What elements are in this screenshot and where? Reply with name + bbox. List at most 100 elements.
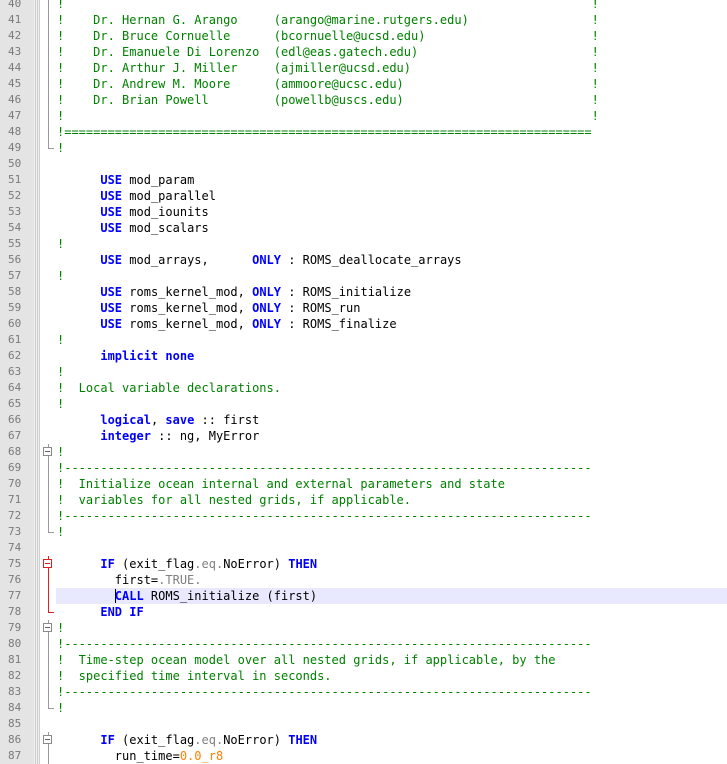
line-number: 81 [0,652,34,668]
code-token: USE [100,285,123,299]
code-text: USE mod_parallel [57,188,216,204]
code-line[interactable]: 44 ! Dr. Arthur J. Miller (ajmiller@ucsd.… [0,60,727,76]
code-line[interactable]: 48 !=====================================… [0,124,727,140]
code-token: .eq. [194,733,224,747]
code-line[interactable]: 65! [0,396,727,412]
code-token: IF [100,733,115,747]
code-line[interactable]: 57! [0,268,727,284]
code-token: IF [100,557,115,571]
code-line[interactable]: 78 END IF [0,604,727,620]
code-line[interactable]: 72 !-------------------------------------… [0,508,727,524]
code-line[interactable]: 49! [0,140,727,156]
code-token: 0.0_r8 [179,749,224,763]
line-number: 53 [0,204,34,220]
fold-line [48,140,49,148]
code-token: : ROMS_initialize [281,285,412,299]
fold-line [48,12,49,28]
code-line[interactable]: 87 run_time=0.0_r8 [0,748,727,764]
code-line[interactable]: 40 ! ! [0,0,727,12]
code-line[interactable]: 86 IF (exit_flag.eq.NoError) THEN [0,732,727,748]
code-token: THEN [288,557,318,571]
fold-margin [40,156,56,172]
current-line[interactable]: 77 CALL ROMS_initialize (first) [0,588,727,604]
code-line[interactable]: 62 implicit none [0,348,727,364]
fold-end-mark [48,148,54,149]
fold-toggle-icon[interactable] [43,447,52,456]
code-text: USE roms_kernel_mod, ONLY : ROMS_finaliz… [57,316,396,332]
fold-margin [40,220,56,236]
fold-toggle-icon[interactable] [43,623,52,632]
code-line[interactable]: 59 USE roms_kernel_mod, ONLY : ROMS_run [0,300,727,316]
code-line[interactable]: 43 ! Dr. Emanuele Di Lorenzo (edl@eas.gat… [0,44,727,60]
fold-margin [40,668,56,684]
fold-toggle-icon[interactable] [43,735,52,744]
code-line[interactable]: 56 USE mod_arrays, ONLY : ROMS_deallocat… [0,252,727,268]
code-line[interactable]: 70 ! Initialize ocean internal and extern… [0,476,727,492]
code-token: ! [57,525,65,539]
code-line[interactable]: 54 USE mod_scalars [0,220,727,236]
fold-margin [40,44,56,60]
fold-line [48,76,49,92]
code-line[interactable]: 68! [0,444,727,460]
fold-margin [40,348,56,364]
fold-line [48,0,49,12]
code-token: ! ! [57,109,599,123]
code-line[interactable]: 45 ! Dr. Andrew M. Moore (ammoore@ucsc.ed… [0,76,727,92]
fold-margin[interactable] [40,732,56,748]
code-line[interactable]: 55! [0,236,727,252]
code-line[interactable]: 74 [0,540,727,556]
code-line[interactable]: 47 ! ! [0,108,727,124]
code-line[interactable]: 53 USE mod_iounits [0,204,727,220]
code-line[interactable]: 66 logical, save :: first [0,412,727,428]
code-line[interactable]: 42 ! Dr. Bruce Cornuelle (bcornuelle@ucsd… [0,28,727,44]
code-token: ! [57,237,65,251]
code-line[interactable]: 82 ! specified time interval in seconds. [0,668,727,684]
fold-toggle-icon[interactable] [43,559,52,568]
fold-margin [40,316,56,332]
code-line[interactable]: 46 ! Dr. Brian Powell (powellb@uscs.edu) … [0,92,727,108]
code-line[interactable]: 76 first=.TRUE. [0,572,727,588]
fold-margin[interactable] [40,444,56,460]
code-line[interactable]: 73! [0,524,727,540]
code-line[interactable]: 85 [0,716,727,732]
code-token: USE [100,317,123,331]
code-line[interactable]: 71 ! variables for all nested grids, if a… [0,492,727,508]
fold-margin [40,684,56,700]
code-line[interactable]: 69 !-------------------------------------… [0,460,727,476]
code-line[interactable]: 41 ! Dr. Hernan G. Arango (arango@marine.… [0,12,727,28]
code-line[interactable]: 60 USE roms_kernel_mod, ONLY : ROMS_fina… [0,316,727,332]
code-line[interactable]: 84! [0,700,727,716]
code-line[interactable]: 61! [0,332,727,348]
code-editor[interactable]: 40! ! 41! Dr. Hernan G. Arango (arango@ma… [0,0,727,764]
fold-margin[interactable] [40,556,56,572]
code-line[interactable]: 63! [0,364,727,380]
fold-margin [40,124,56,140]
line-number: 45 [0,76,34,92]
code-line[interactable]: 81 ! Time-step ocean model over all neste… [0,652,727,668]
code-line[interactable]: 83 !-------------------------------------… [0,684,727,700]
line-number: 64 [0,380,34,396]
code-line[interactable]: 79! [0,620,727,636]
line-number: 42 [0,28,34,44]
line-number: 68 [0,444,34,460]
code-line[interactable]: 75 IF (exit_flag.eq.NoError) THEN [0,556,727,572]
code-text: USE mod_iounits [57,204,208,220]
line-number: 41 [0,12,34,28]
code-token: roms_kernel_mod, [122,285,253,299]
code-line[interactable]: 52 USE mod_parallel [0,188,727,204]
line-number: 40 [0,0,34,12]
fold-margin [40,380,56,396]
code-line[interactable]: 50 [0,156,727,172]
code-token: !---------------------------------------… [57,461,592,475]
code-line[interactable]: 64 ! Local variable declarations. [0,380,727,396]
code-text: ! Initialize ocean internal and external… [57,476,505,492]
code-line[interactable]: 80 !-------------------------------------… [0,636,727,652]
fold-line [48,684,49,700]
code-line[interactable]: 51 USE mod_param [0,172,727,188]
fold-margin[interactable] [40,620,56,636]
code-line[interactable]: 67 integer :: ng, MyError [0,428,727,444]
code-line[interactable]: 58 USE roms_kernel_mod, ONLY : ROMS_init… [0,284,727,300]
